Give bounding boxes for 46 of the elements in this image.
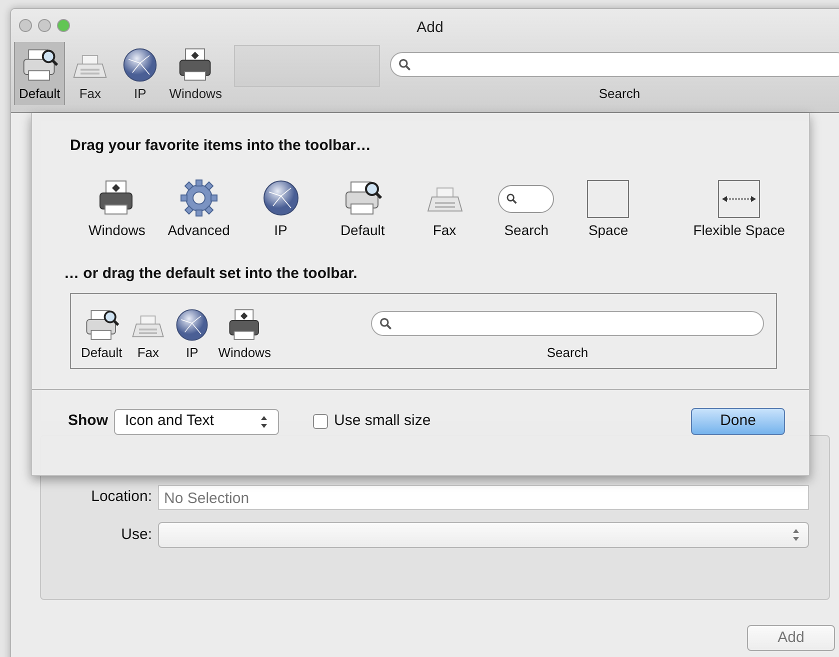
globe-icon	[260, 178, 301, 218]
palette-item[interactable]: Fax	[404, 172, 486, 240]
flexible-space-icon	[718, 180, 760, 218]
window-button[interactable]	[19, 19, 32, 32]
palette-item[interactable]: IP	[240, 172, 322, 240]
palette-item[interactable]: Space	[567, 172, 650, 240]
window-title: Add	[416, 19, 444, 36]
toolbar-button[interactable]: Default	[14, 42, 66, 105]
globe-icon	[174, 306, 210, 342]
item-label: IP	[186, 344, 198, 362]
space-icon	[587, 180, 630, 218]
small-size-checkbox[interactable]	[313, 414, 328, 429]
item-label: Default	[81, 344, 122, 362]
palette-item[interactable]: Advanced	[158, 172, 240, 240]
sheet-heading: Drag your favorite items into the toolbar…	[69, 136, 372, 156]
stepper-arrows-icon	[792, 529, 800, 541]
search-icon	[396, 56, 413, 72]
palette-item[interactable]: Flexible Space	[669, 172, 810, 240]
item-label: Windows	[218, 344, 271, 362]
toolbar-button[interactable]: Fax	[65, 42, 116, 105]
window-button[interactable]	[57, 19, 70, 32]
item-label: Fax	[137, 344, 160, 362]
use-select[interactable]	[158, 522, 809, 548]
search-icon	[378, 316, 394, 332]
toolbar-button[interactable]: IP	[115, 42, 166, 105]
globe-icon	[121, 46, 160, 84]
sheet-heading: … or drag the default set into the toolbar.	[63, 264, 358, 284]
search-label: Search	[598, 84, 640, 102]
text-field[interactable]: No Selection	[158, 485, 809, 510]
show-select[interactable]: Icon and Text	[114, 408, 279, 434]
toolbar-button[interactable]: Windows	[165, 42, 226, 105]
palette-item[interactable]: Default	[322, 172, 404, 240]
field-label: Use:	[120, 524, 153, 545]
window-button[interactable]	[38, 19, 51, 32]
palette-item[interactable]: Search	[485, 172, 568, 240]
field-label: Location:	[90, 487, 153, 508]
search-field[interactable]	[390, 52, 839, 77]
stepper-arrows-icon	[260, 416, 268, 428]
show-label: Show	[68, 411, 108, 432]
checkbox-label: Use small size	[334, 411, 431, 432]
palette-item[interactable]: Windows	[76, 172, 158, 240]
search-label: Search	[546, 344, 588, 362]
search-icon	[505, 192, 520, 206]
done-button[interactable]: Done	[691, 408, 785, 435]
default-set-panel[interactable]: Default Fax IP Windows Search	[70, 293, 777, 369]
gear-icon	[178, 178, 219, 218]
